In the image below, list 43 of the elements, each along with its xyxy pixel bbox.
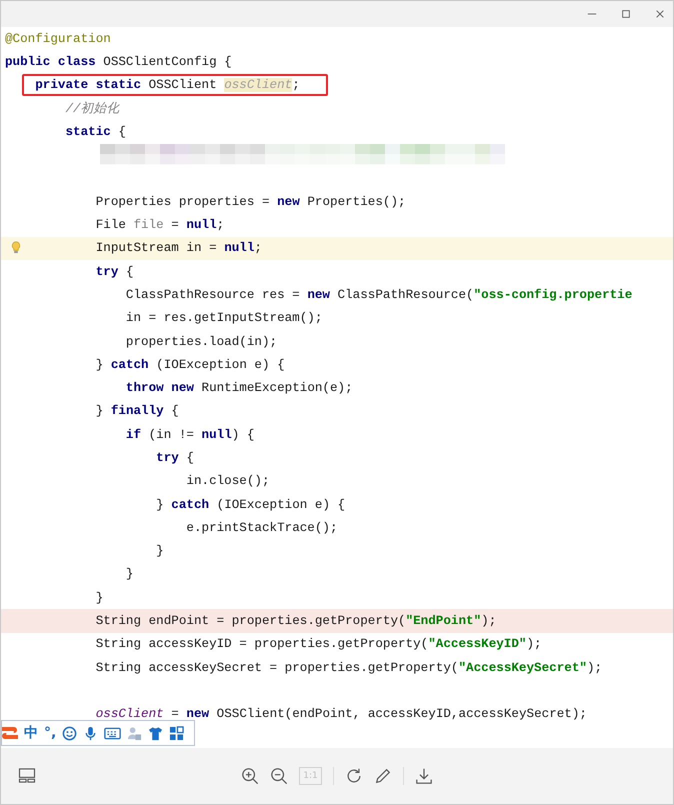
- code-line: properties.load(in);: [126, 334, 278, 348]
- punctuation-toggle[interactable]: °,: [44, 725, 56, 741]
- code-line: try {: [156, 450, 194, 465]
- code-line: }: [96, 590, 104, 605]
- code-line: } finally {: [96, 404, 179, 418]
- code-line: //初始化: [65, 100, 120, 118]
- code-line: throw new RuntimeException(e);: [126, 381, 353, 396]
- code-line: ossClient = new OSSClient(endPoint, accessKeyID,accessKeySecret);: [96, 707, 587, 722]
- layout-icon[interactable]: [18, 768, 36, 783]
- microphone-icon[interactable]: [83, 726, 98, 740]
- maximize-icon[interactable]: [621, 9, 631, 19]
- rotate-icon[interactable]: [344, 767, 363, 785]
- code-line: String accessKeySecret = properties.getProperty("AccessKeySecret");: [96, 660, 602, 675]
- input-mode-toggle[interactable]: 中: [24, 724, 38, 742]
- code-line: String endPoint = properties.getProperty("EndPoint");: [96, 614, 496, 628]
- zoom-in-icon[interactable]: [241, 767, 260, 785]
- close-icon[interactable]: [655, 9, 665, 19]
- code-line: }: [126, 567, 134, 582]
- zoom-out-icon[interactable]: [270, 767, 288, 785]
- download-icon[interactable]: [414, 767, 433, 785]
- keyboard-icon[interactable]: [104, 726, 122, 740]
- code-line: InputStream in = null;: [96, 241, 262, 256]
- shirt-icon[interactable]: [148, 726, 164, 740]
- code-line: in = res.getInputStream();: [126, 311, 322, 326]
- code-line: static {: [65, 124, 126, 139]
- code-line: }: [156, 544, 164, 558]
- code-line: String accessKeyID = properties.getProperty("AccessKeyID");: [96, 637, 542, 652]
- lightbulb-icon[interactable]: [11, 240, 21, 254]
- code-line: @Configuration: [5, 32, 111, 46]
- grid-icon[interactable]: [169, 726, 184, 740]
- smiley-icon[interactable]: [62, 726, 78, 740]
- code-line: Properties properties = new Properties();: [96, 194, 406, 209]
- code-line: File file = null;: [96, 218, 224, 232]
- code-line: in.close();: [186, 474, 270, 488]
- code-line: } catch (IOException e) {: [156, 498, 346, 512]
- pencil-icon[interactable]: [374, 767, 392, 785]
- input-method-logo-icon[interactable]: [2, 725, 18, 741]
- code-line: if (in != null) {: [126, 428, 254, 442]
- code-line: try {: [96, 264, 134, 279]
- code-line: ClassPathResource res = new ClassPathResource("oss-config.propertie: [126, 288, 632, 302]
- code-line: } catch (IOException e) {: [96, 358, 285, 372]
- code-line: public class OSSClientConfig {: [5, 54, 232, 69]
- code-line: e.printStackTrace();: [186, 520, 338, 535]
